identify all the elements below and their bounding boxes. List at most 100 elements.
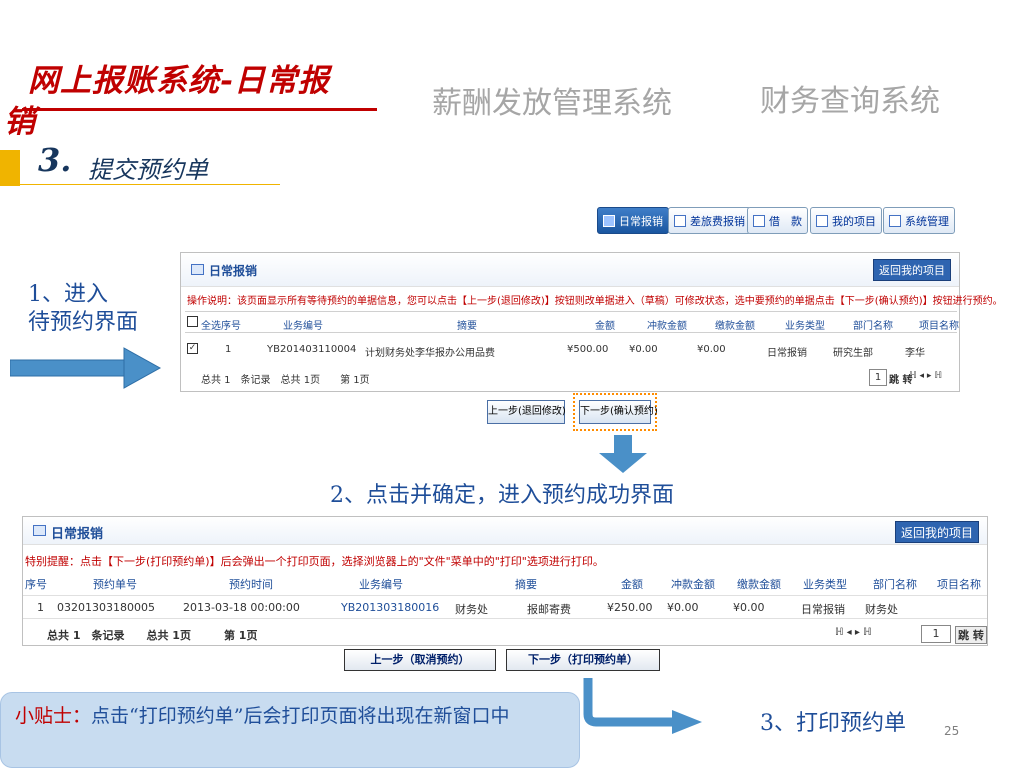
row-index: 1 <box>37 601 44 614</box>
accent-bar <box>0 150 20 186</box>
pager-controls[interactable]: ℍ ◂ ▸ ℍ <box>835 627 872 638</box>
table-row[interactable]: 1 03201303180005 2013-03-18 00:00:00 YB2… <box>23 595 987 619</box>
tab-system-management[interactable]: 系统管理 <box>883 207 955 234</box>
department-name: 财务处 <box>865 603 898 616</box>
tip-label: 小贴士： <box>15 705 92 727</box>
prev-step-cancel-reservation-button[interactable]: 上一步（取消预约） <box>344 649 496 671</box>
loan-icon <box>753 214 765 227</box>
step-title: 提交预约单 <box>88 156 208 184</box>
tab-loan[interactable]: 借 款 <box>747 207 808 234</box>
table-row[interactable]: ✓ 1 YB201403110004 计划财务处李华报办公用品费 ¥500.00… <box>185 339 957 361</box>
tab-label: 借 款 <box>769 214 802 228</box>
receipt-icon <box>603 214 615 227</box>
column-header: 项目名称 <box>937 578 981 591</box>
panel-title: 日常报销 <box>51 527 104 542</box>
column-header: 预约时间 <box>229 578 273 591</box>
column-header: 业务类型 <box>785 321 825 332</box>
offset-amount: ¥0.00 <box>667 601 699 614</box>
step2-caption: 2、点击并确定，进入预约成功界面 <box>330 483 674 508</box>
tab-my-projects[interactable]: 我的项目 <box>810 207 882 234</box>
summary-department: 财务处 <box>455 603 488 616</box>
tab-label: 系统管理 <box>905 214 949 228</box>
amount: ¥500.00 <box>567 344 609 355</box>
main-title: 网上报账系统-日常报 <box>28 63 330 99</box>
operation-note: 操作说明：该页面显示所有等待预约的单据信息，您可以点击【上一步(退回修改)】按钮… <box>187 296 1003 307</box>
title-underline <box>22 108 377 111</box>
page-number: 25 <box>944 724 960 738</box>
pending-reservation-panel: 日常报销 返回我的项目 操作说明：该页面显示所有等待预约的单据信息，您可以点击【… <box>180 252 1003 392</box>
summary: 计划财务处李华报办公用品费 <box>365 348 495 359</box>
travel-icon <box>674 214 686 227</box>
column-header: 缴款金额 <box>715 321 755 332</box>
step-underline <box>20 184 280 185</box>
panel-icon <box>33 525 46 536</box>
table-header: 全选 序号 业务编号 摘要 金额 冲款金额 缴款金额 业务类型 部门名称 项目名… <box>185 311 959 333</box>
reservation-success-panel: 日常报销 返回我的项目 特别提醒：点击【下一步(打印预约单)】后会弹出一个打印页… <box>22 516 988 646</box>
pagination-bar: 总共 1 条记录 总共 1页 第 1页 ℍ ◂ ▸ ℍ 1 跳 转 <box>23 625 987 645</box>
pager-controls[interactable]: ℍ ◂ ▸ ℍ <box>909 371 942 381</box>
tab-label: 差旅费报销 <box>690 214 745 228</box>
step3-caption: 3、打印预约单 <box>760 711 906 736</box>
tip-content: 点击“打印预约单”后会打印页面将出现在新窗口中 <box>91 705 510 727</box>
salary-system-title: 薪酬发放管理系统 <box>432 86 672 121</box>
panel-header: 日常报销 返回我的项目 <box>181 253 959 287</box>
return-my-projects-button[interactable]: 返回我的项目 <box>873 259 951 281</box>
page-input[interactable]: 1 <box>921 625 951 643</box>
finance-system-title: 财务查询系统 <box>760 84 940 119</box>
down-arrow-icon <box>599 435 647 473</box>
row-checkbox[interactable]: ✓ <box>187 343 198 354</box>
payment-amount: ¥0.00 <box>733 601 765 614</box>
record-summary: 总共 1 条记录 总共 1页 第 1页 <box>201 375 370 386</box>
business-type: 日常报销 <box>801 603 845 616</box>
tip-box: 小贴士：点击“打印预约单”后会打印页面将出现在新窗口中 <box>0 692 580 768</box>
tab-daily-reimbursement[interactable]: 日常报销 <box>597 207 669 234</box>
column-header: 摘要 <box>515 578 537 591</box>
column-header: 预约单号 <box>93 578 137 591</box>
column-header: 业务编号 <box>283 321 323 332</box>
pagination-bar: 总共 1 条记录 总共 1页 第 1页 1 跳 转 ℍ ◂ ▸ ℍ <box>185 369 957 389</box>
page-input[interactable]: 1 <box>869 369 887 386</box>
main-title-continuation: 销 <box>4 104 35 140</box>
column-header: 序号 <box>25 578 47 591</box>
step-number: 3. <box>38 141 72 179</box>
column-header: 冲款金额 <box>647 321 687 332</box>
department-name: 研究生部 <box>833 348 873 359</box>
summary: 报邮寄费 <box>527 603 571 616</box>
record-summary: 总共 1 条记录 总共 1页 第 1页 <box>47 629 258 642</box>
column-header: 项目名称 <box>919 321 959 332</box>
panel-title: 日常报销 <box>209 264 258 278</box>
next-step-confirm-button[interactable]: 下一步(确认预约) <box>579 400 658 424</box>
tip-text: 小贴士：点击“打印预约单”后会打印页面将出现在新窗口中 <box>15 701 571 731</box>
next-step-print-button[interactable]: 下一步（打印预约单） <box>506 649 660 671</box>
business-type: 日常报销 <box>767 348 807 359</box>
column-header: 金额 <box>595 321 615 332</box>
step1-instruction: 1、进入 待预约界面 <box>28 282 139 335</box>
column-header: 部门名称 <box>873 578 917 591</box>
reservation-time: 2013-03-18 00:00:00 <box>183 601 300 614</box>
bent-arrow-icon <box>583 678 702 734</box>
return-my-projects-button[interactable]: 返回我的项目 <box>894 521 979 543</box>
panel-header: 日常报销 返回我的项目 <box>23 517 987 545</box>
tab-travel-reimbursement[interactable]: 差旅费报销 <box>668 207 751 234</box>
highlight-box: 下一步(确认预约) <box>573 393 658 431</box>
table-header: 序号 预约单号 预约时间 业务编号 摘要 金额 冲款金额 缴款金额 业务类型 部… <box>23 571 987 591</box>
column-header: 缴款金额 <box>737 578 781 591</box>
column-header: 序号 <box>221 321 241 332</box>
select-all-checkbox[interactable] <box>187 316 198 327</box>
settings-icon <box>889 214 901 227</box>
column-header: 冲款金额 <box>671 578 715 591</box>
special-reminder: 特别提醒：点击【下一步(打印预约单)】后会弹出一个打印页面，选择浏览器上的"文件… <box>25 555 604 568</box>
tab-label: 日常报销 <box>619 214 663 228</box>
project-icon <box>816 214 828 227</box>
right-arrow-icon <box>10 347 162 389</box>
amount: ¥250.00 <box>607 601 653 614</box>
jump-button[interactable]: 跳 转 <box>955 626 987 644</box>
column-header: 业务编号 <box>359 578 403 591</box>
business-number: YB201303180016 <box>341 601 440 614</box>
panel-icon <box>191 264 204 275</box>
column-header: 金额 <box>621 578 643 591</box>
payment-amount: ¥0.00 <box>697 344 726 355</box>
column-header: 部门名称 <box>853 321 893 332</box>
project-name: 李华 <box>905 348 925 359</box>
prev-step-return-edit-button[interactable]: 上一步(退回修改) <box>487 400 566 424</box>
